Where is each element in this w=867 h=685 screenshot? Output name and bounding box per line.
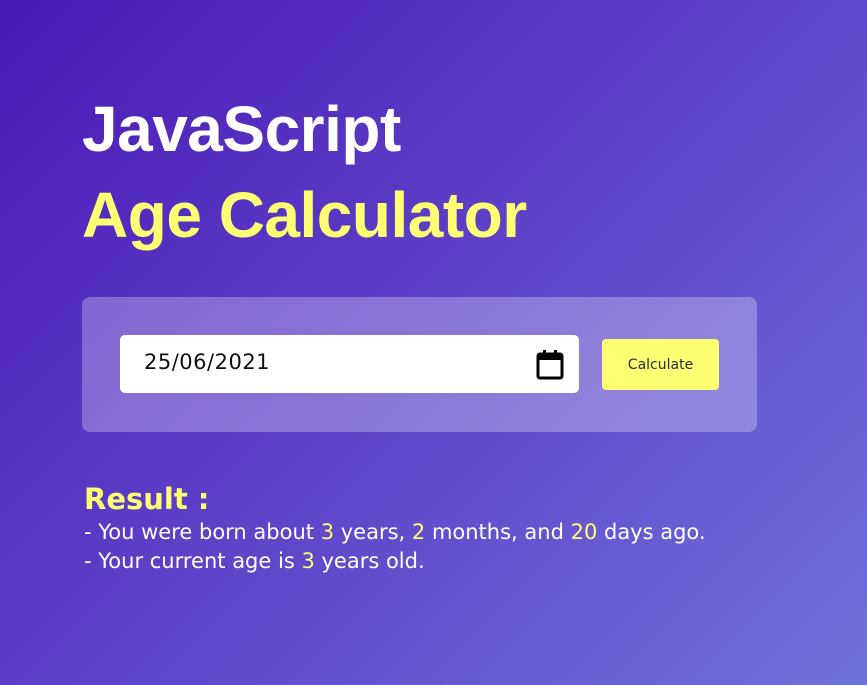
current-age-suffix: years old. <box>314 549 425 573</box>
current-age-value: 3 <box>301 549 315 573</box>
title-line-javascript: JavaScript <box>82 93 401 165</box>
calculator-panel: 25/06/2021 Calculate <box>82 297 757 432</box>
page-title: JavaScript Age Calculator <box>82 86 527 258</box>
years-label: years, <box>334 520 412 544</box>
years-value: 3 <box>320 520 335 544</box>
title-line-age-calculator: Age Calculator <box>82 179 527 251</box>
calculate-button[interactable]: Calculate <box>602 339 719 390</box>
result-born-ago-line: - You were born about 3 years, 2 months,… <box>84 518 706 547</box>
result-current-age-line: - Your current age is 3 years old. <box>84 547 706 576</box>
days-value: 20 <box>570 520 598 544</box>
days-label: days ago. <box>597 520 706 544</box>
months-value: 2 <box>411 520 426 544</box>
birth-date-value[interactable]: 25/06/2021 <box>144 350 270 374</box>
result-heading: Result : <box>84 482 210 516</box>
months-label: months, and <box>425 520 571 544</box>
current-age-prefix: - Your current age is <box>84 549 302 573</box>
result-section: Result : - You were born about 3 years, … <box>84 480 706 576</box>
born-ago-prefix: - You were born about <box>84 520 321 544</box>
calendar-icon[interactable] <box>535 349 565 381</box>
birth-date-input[interactable]: 25/06/2021 <box>120 335 579 393</box>
